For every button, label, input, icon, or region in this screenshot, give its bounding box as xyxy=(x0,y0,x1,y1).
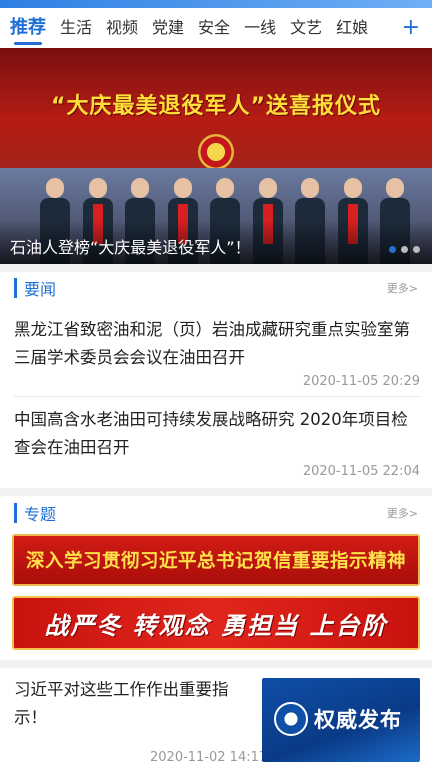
feature-headline[interactable]: 习近平对这些工作作出重要指示！ xyxy=(14,676,254,732)
carousel-dot[interactable] xyxy=(413,246,420,253)
news-item[interactable]: 黑龙江省致密油和泥（页）岩油成藏研究重点实验室第三届学术委员会会议在油田召开 2… xyxy=(14,316,420,389)
tab-arts[interactable]: 文艺 xyxy=(290,8,322,48)
tab-matchmaker[interactable]: 红娘 xyxy=(336,8,368,48)
feature-timestamp: 2020-11-02 14:17 xyxy=(150,750,268,765)
special-topic-banner[interactable]: 深入学习贯彻习近平总书记贺信重要指示精神 xyxy=(12,534,420,586)
news-timestamp: 2020-11-05 20:29 xyxy=(302,374,420,389)
plus-icon[interactable]: + xyxy=(402,8,420,48)
feature-article[interactable]: 习近平对这些工作作出重要指示！ xyxy=(14,676,254,732)
category-tab-bar: 推荐 生活 视频 党建 安全 一线 文艺 红娘 xyxy=(0,8,432,48)
emblem-icon xyxy=(274,702,308,736)
special-section-header: 专题 更多> xyxy=(0,497,432,527)
banner-photo-slogan: “大庆最美退役军人”送喜报仪式 xyxy=(51,94,381,119)
news-headline[interactable]: 中国高含水老油田可持续发展战略研究 2020年项目检查会在油田召开 xyxy=(14,406,420,462)
tab-life[interactable]: 生活 xyxy=(60,8,92,48)
special-banner-text: 战严冬 转观念 勇担当 上台阶 xyxy=(44,611,388,640)
special-banner-text: 深入学习贯彻习近平总书记贺信重要指示精神 xyxy=(25,551,406,572)
carousel-caption[interactable]: 石油人登榜“大庆最美退役军人”！ xyxy=(10,234,251,258)
section-title-special: 专题 xyxy=(24,505,57,524)
tab-party[interactable]: 党建 xyxy=(152,8,184,48)
news-item[interactable]: 中国高含水老油田可持续发展战略研究 2020年项目检查会在油田召开 2020-1… xyxy=(14,406,420,479)
police-emblem-icon xyxy=(198,134,234,170)
tab-recommend[interactable]: 推荐 xyxy=(10,8,46,48)
special-topic-banner[interactable]: 战严冬 转观念 勇担当 上台阶 xyxy=(12,596,420,650)
news-headline[interactable]: 黑龙江省致密油和泥（页）岩油成藏研究重点实验室第三届学术委员会会议在油田召开 xyxy=(14,316,420,372)
tab-video[interactable]: 视频 xyxy=(106,8,138,48)
news-timestamp: 2020-11-05 22:04 xyxy=(302,464,420,479)
news-more-link[interactable]: 更多> xyxy=(387,280,418,296)
news-section-header: 要闻 更多> xyxy=(0,272,432,302)
carousel-dot[interactable] xyxy=(401,246,408,253)
carousel-dot[interactable] xyxy=(389,246,396,253)
special-more-link[interactable]: 更多> xyxy=(387,505,418,521)
section-title-news: 要闻 xyxy=(24,280,57,299)
tab-frontline[interactable]: 一线 xyxy=(244,8,276,48)
carousel-indicator xyxy=(384,246,420,253)
news-carousel[interactable]: “大庆最美退役军人”送喜报仪式 石油人登榜“大庆最美退役军人”！ xyxy=(0,48,432,264)
status-strip xyxy=(0,0,432,8)
feature-thumbnail[interactable]: 权威发布 xyxy=(262,678,420,762)
thumbnail-text: 权威发布 xyxy=(314,708,402,732)
tab-safety[interactable]: 安全 xyxy=(198,8,230,48)
